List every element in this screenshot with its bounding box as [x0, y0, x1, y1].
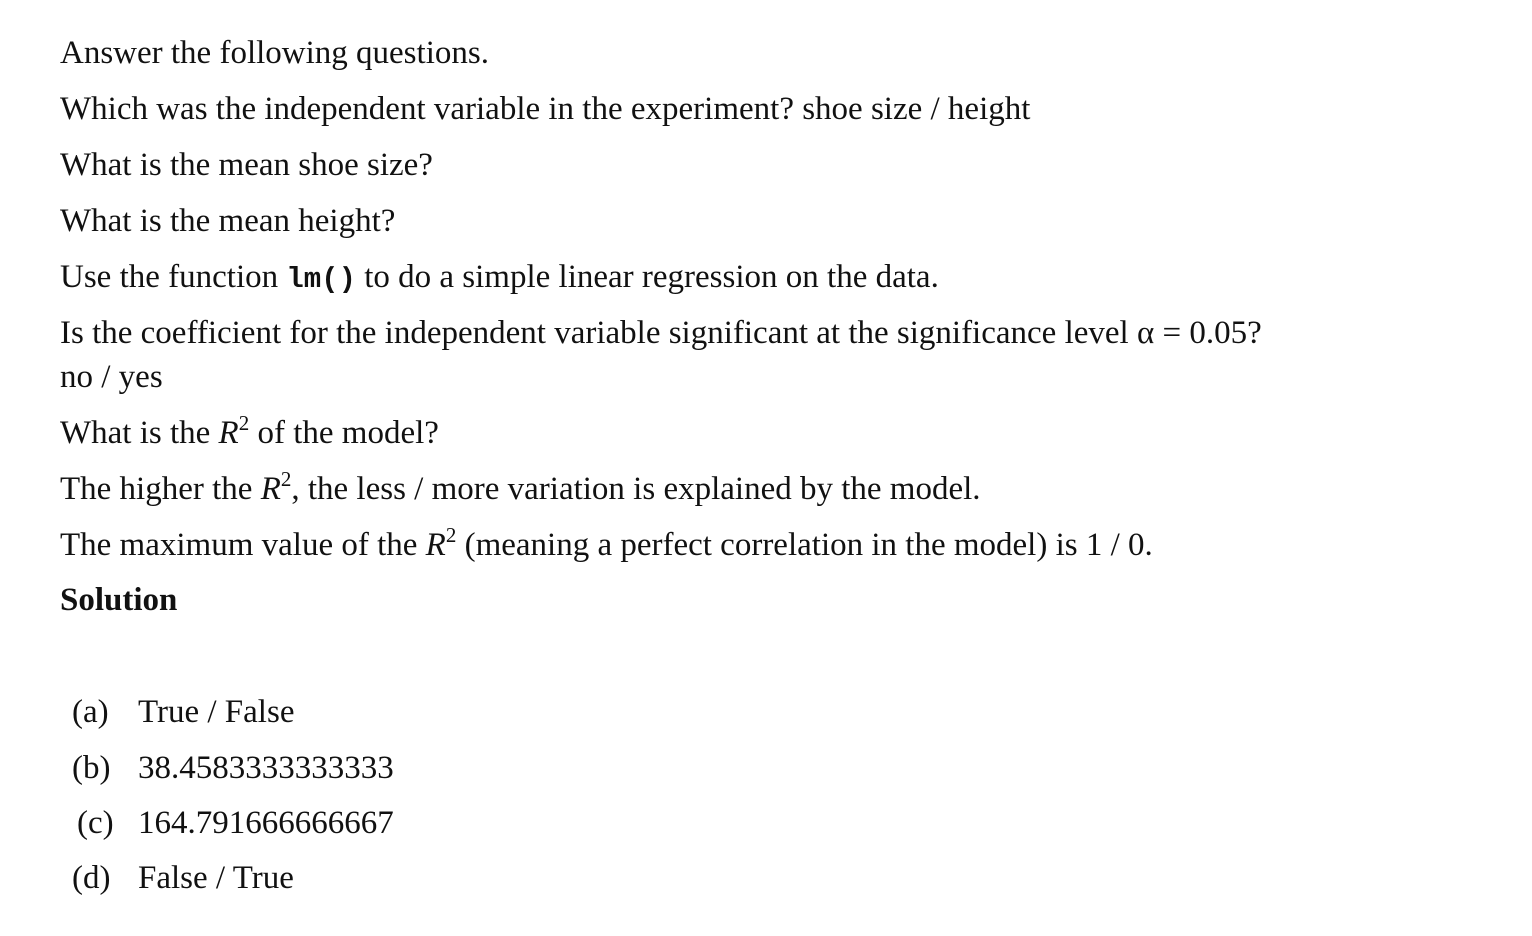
item-label: (d): [72, 860, 111, 896]
item-label: (a): [72, 694, 109, 730]
question-text: Is the coefficient for the independent v…: [60, 315, 1129, 351]
r-symbol: R: [218, 415, 239, 451]
question-text: What is the: [60, 415, 211, 451]
solution-item-c: (c) 164.791666666667: [0, 807, 600, 847]
question-text: to do a simple linear regression on the …: [364, 259, 939, 295]
question-text: The higher the: [60, 471, 253, 507]
question-text: The maximum value of the: [60, 527, 418, 563]
question-r-squared: What is the R2 of the model?: [60, 413, 439, 451]
alpha-expression: α = 0.05?: [1136, 315, 1262, 351]
question-text: of the model?: [257, 415, 439, 451]
question-linear-regression: Use the function lm() to do a simple lin…: [60, 259, 939, 296]
question-text: Use the function: [60, 259, 279, 295]
superscript: 2: [238, 411, 250, 435]
question-text: Which was the independent variable in th…: [60, 91, 794, 127]
superscript: 2: [445, 523, 457, 547]
item-value: False / True: [138, 860, 294, 896]
superscript: 2: [280, 467, 292, 491]
item-value: True / False: [138, 694, 295, 730]
question-text: , the less / more variation is explained…: [291, 471, 981, 507]
question-mean-shoe-size: What is the mean shoe size?: [60, 147, 433, 183]
item-label: (b): [72, 750, 111, 786]
solution-item-b: (b) 38.4583333333333: [0, 752, 600, 792]
item-value: 38.4583333333333: [138, 750, 394, 786]
answer-options: shoe size / height: [802, 91, 1031, 127]
question-r-squared-max: The maximum value of the R2 (meaning a p…: [60, 525, 1153, 563]
question-independent-variable: Which was the independent variable in th…: [60, 93, 1030, 126]
solution-item-d: (d) False / True: [0, 862, 600, 902]
r-symbol: R: [260, 471, 281, 507]
question-mean-height: What is the mean height?: [60, 203, 396, 239]
answer-options: no / yes: [60, 359, 163, 395]
question-significance: Is the coefficient for the independent v…: [60, 317, 1262, 350]
r-symbol: R: [425, 527, 446, 563]
item-label: (c): [77, 805, 114, 841]
question-r-squared-meaning: The higher the R2, the less / more varia…: [60, 469, 981, 507]
intro-text: Answer the following questions.: [60, 35, 489, 71]
solution-item-a: (a) True / False: [0, 696, 600, 736]
question-text: (meaning a perfect correlation in the mo…: [464, 527, 1153, 563]
code-function: lm(): [286, 263, 356, 296]
solution-heading: Solution: [60, 582, 178, 618]
item-value: 164.791666666667: [138, 805, 394, 841]
